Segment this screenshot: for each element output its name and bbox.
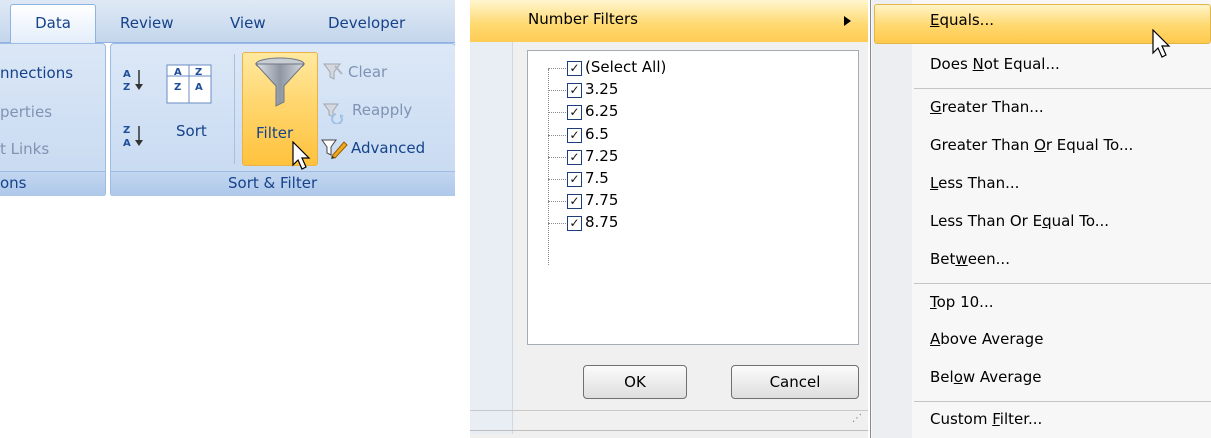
- menu-greater-than[interactable]: Greater Than...: [930, 98, 1044, 116]
- filter-button-label: Filter: [256, 124, 294, 142]
- tab-developer[interactable]: Developer: [328, 14, 405, 32]
- tree-branch-line: [548, 201, 566, 202]
- filter-value-row[interactable]: ✓ 7.75: [548, 191, 848, 213]
- connections-group-label: ons: [0, 174, 27, 192]
- menu-below-average[interactable]: Below Average: [930, 368, 1042, 386]
- reapply-icon: [322, 102, 346, 128]
- tab-view[interactable]: View: [230, 14, 266, 32]
- svg-text:A: A: [174, 67, 182, 78]
- menu-above-average[interactable]: Above Average: [930, 330, 1043, 348]
- properties-button[interactable]: perties: [0, 103, 52, 121]
- advanced-filter-icon: [320, 138, 348, 164]
- connections-button[interactable]: nnections: [0, 64, 73, 82]
- mouse-cursor-icon: [1152, 28, 1172, 63]
- filter-value-label: 7.5: [585, 169, 609, 187]
- menu-equals[interactable]: Equals...: [930, 11, 994, 29]
- menu-custom-filter[interactable]: Custom Filter...: [930, 410, 1042, 428]
- checkbox[interactable]: ✓: [567, 105, 582, 120]
- filter-value-row[interactable]: ✓ 6.25: [548, 102, 848, 124]
- filter-value-label: 6.25: [585, 102, 619, 120]
- clear-button[interactable]: Clear: [348, 63, 387, 81]
- tree-branch-line: [548, 68, 566, 69]
- tree-branch-line: [548, 157, 566, 158]
- svg-text:A: A: [195, 82, 203, 93]
- clear-filter-icon: [322, 62, 344, 86]
- menu-between[interactable]: Between...: [930, 250, 1010, 268]
- checkbox[interactable]: ✓: [567, 83, 582, 98]
- menu-separator: [914, 401, 1211, 402]
- filter-value-label: 6.5: [585, 125, 609, 143]
- filter-value-label: 3.25: [585, 80, 619, 98]
- reapply-button[interactable]: Reapply: [352, 101, 412, 119]
- menu-separator: [914, 283, 1211, 284]
- tab-data[interactable]: Data: [10, 4, 96, 43]
- submenu-icon-strip: [872, 0, 912, 438]
- mouse-cursor-icon: [292, 140, 312, 175]
- tree-branch-line: [548, 135, 566, 136]
- menu-top-10[interactable]: Top 10...: [930, 293, 993, 311]
- filter-value-row[interactable]: ✓ 7.5: [548, 169, 848, 191]
- checkbox[interactable]: ✓: [567, 150, 582, 165]
- menu-less-than[interactable]: Less Than...: [930, 174, 1019, 192]
- funnel-icon: [254, 56, 306, 114]
- excel-ribbon: Data Review View Developer nnections per…: [0, 0, 455, 196]
- filter-value-label: 7.25: [585, 147, 619, 165]
- filter-value-row[interactable]: ✓ 6.5: [548, 125, 848, 147]
- checkbox[interactable]: ✓: [567, 194, 582, 209]
- svg-text:A: A: [123, 138, 131, 149]
- menu-separator: [914, 88, 1211, 89]
- ribbon-separator: [234, 54, 235, 164]
- sheet-gridline: [470, 430, 868, 431]
- dropdown-icon-strip: [470, 42, 513, 434]
- checkbox[interactable]: ✓: [567, 128, 582, 143]
- checkbox[interactable]: ✓: [567, 172, 582, 187]
- sort-filter-group-label: Sort & Filter: [228, 174, 318, 192]
- tree-branch-line: [548, 179, 566, 180]
- cancel-button[interactable]: Cancel: [731, 365, 859, 399]
- sort-button-label[interactable]: Sort: [176, 122, 207, 140]
- menu-less-than-or-equal[interactable]: Less Than Or Equal To...: [930, 212, 1109, 230]
- advanced-button[interactable]: Advanced: [351, 139, 425, 157]
- filter-value-label: 8.75: [585, 213, 619, 231]
- filter-value-row[interactable]: ✓ 8.75: [548, 213, 848, 235]
- menu-does-not-equal[interactable]: Does Not Equal...: [930, 55, 1060, 73]
- filter-value-row[interactable]: ✓ 7.25: [548, 147, 848, 169]
- filter-value-row[interactable]: ✓ (Select All): [548, 58, 848, 80]
- svg-text:Z: Z: [195, 67, 202, 78]
- checkbox[interactable]: ✓: [567, 216, 582, 231]
- filter-value-row[interactable]: ✓ 3.25: [548, 80, 848, 102]
- filter-value-label: (Select All): [585, 58, 667, 76]
- checkbox[interactable]: ✓: [567, 61, 582, 76]
- svg-text:Z: Z: [123, 82, 130, 93]
- edit-links-button[interactable]: t Links: [0, 140, 49, 158]
- sort-dialog-icon[interactable]: A Z Z A: [165, 63, 215, 111]
- submenu-arrow-icon: [844, 15, 852, 30]
- number-filters-label: Number Filters: [528, 10, 638, 28]
- menu-greater-than-or-equal[interactable]: Greater Than Or Equal To...: [930, 136, 1133, 154]
- svg-text:A: A: [123, 69, 131, 80]
- resize-grip-icon[interactable]: ⋰: [852, 413, 862, 424]
- dropdown-footer-divider: [470, 410, 868, 411]
- filter-value-label: 7.75: [585, 191, 619, 209]
- tree-branch-line: [548, 223, 566, 224]
- sort-z-to-a-icon[interactable]: Z A: [122, 122, 146, 156]
- tab-review[interactable]: Review: [120, 14, 174, 32]
- tree-branch-line: [548, 112, 566, 113]
- svg-text:Z: Z: [123, 125, 130, 136]
- ok-button[interactable]: OK: [583, 365, 687, 399]
- tree-branch-line: [548, 90, 566, 91]
- svg-text:Z: Z: [174, 82, 181, 93]
- sort-a-to-z-icon[interactable]: A Z: [122, 66, 146, 100]
